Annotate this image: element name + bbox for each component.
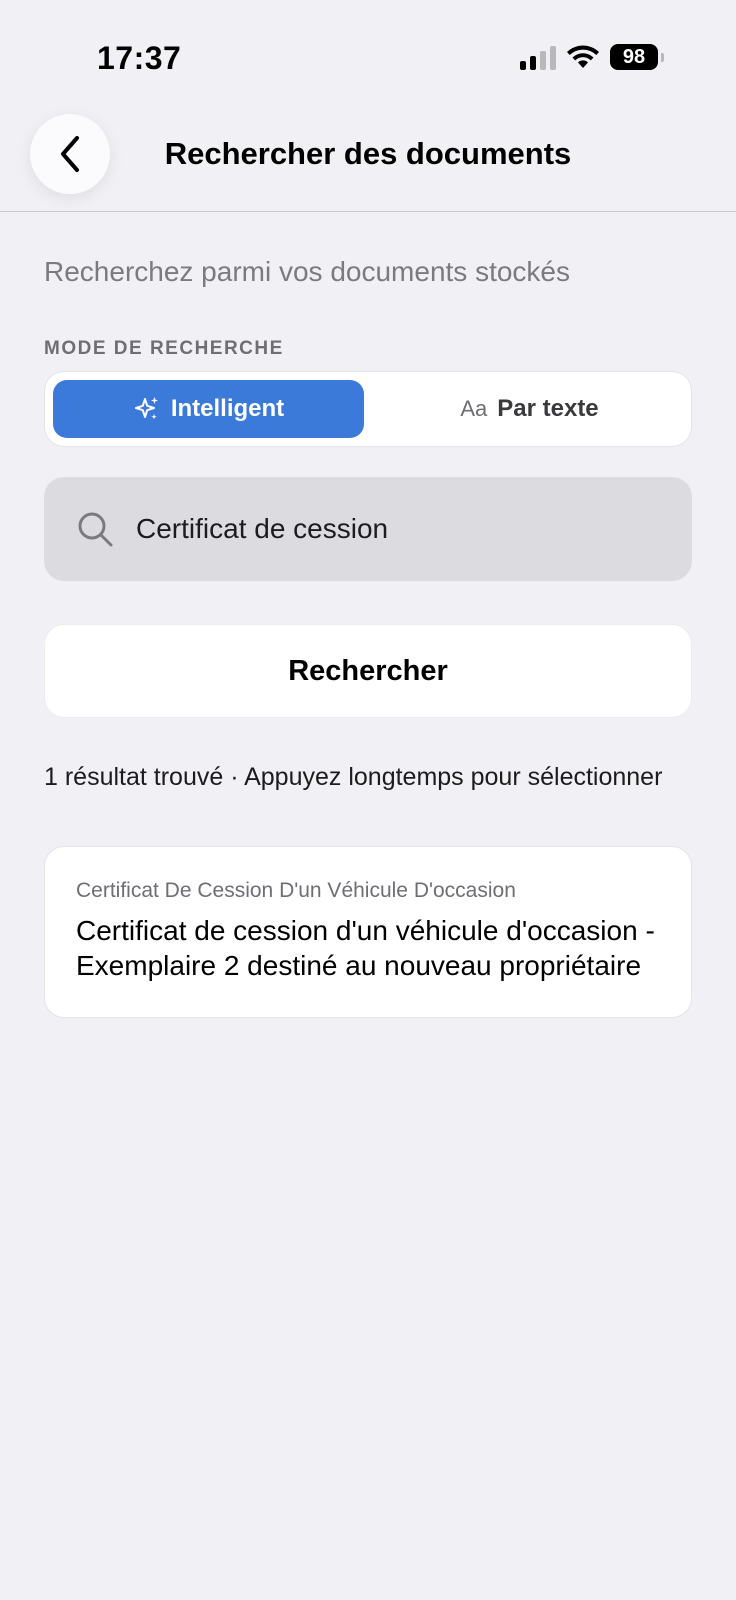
result-category: Certificat De Cession D'un Véhicule D'oc… (76, 879, 516, 902)
page-subtitle: Recherchez parmi vos documents stockés (44, 256, 570, 287)
wifi-icon (567, 45, 599, 68)
search-icon (78, 512, 113, 547)
search-button[interactable]: Rechercher (44, 624, 692, 718)
search-mode-text-label: Par texte (497, 395, 599, 422)
status-time: 17:37 (97, 40, 182, 76)
text-aa-icon: Aa (460, 396, 488, 421)
signal-icon (520, 44, 556, 70)
status-bar: 17:37 98 (0, 0, 736, 100)
search-mode-segmented-control: Intelligent Aa Par texte (44, 371, 692, 447)
nav-bar: Rechercher des documents (0, 100, 736, 212)
result-item[interactable]: Certificat De Cession D'un Véhicule D'oc… (44, 846, 692, 1018)
search-input[interactable] (136, 513, 656, 545)
search-field[interactable] (44, 477, 692, 581)
sparkles-icon (134, 397, 158, 420)
result-title: Certificat de cession d'un véhicule d'oc… (76, 915, 655, 981)
battery-icon: 98 (610, 44, 664, 70)
status-icons: 98 (520, 44, 664, 70)
search-mode-intelligent[interactable]: Intelligent (53, 380, 364, 438)
search-mode-label: MODE DE RECHERCHE (44, 338, 284, 359)
page-title: Rechercher des documents (164, 136, 572, 171)
results-summary: 1 résultat trouvé · Appuyez longtemps po… (44, 763, 663, 791)
search-mode-intelligent-label: Intelligent (170, 395, 285, 422)
search-mode-text[interactable]: Aa Par texte (374, 380, 685, 438)
